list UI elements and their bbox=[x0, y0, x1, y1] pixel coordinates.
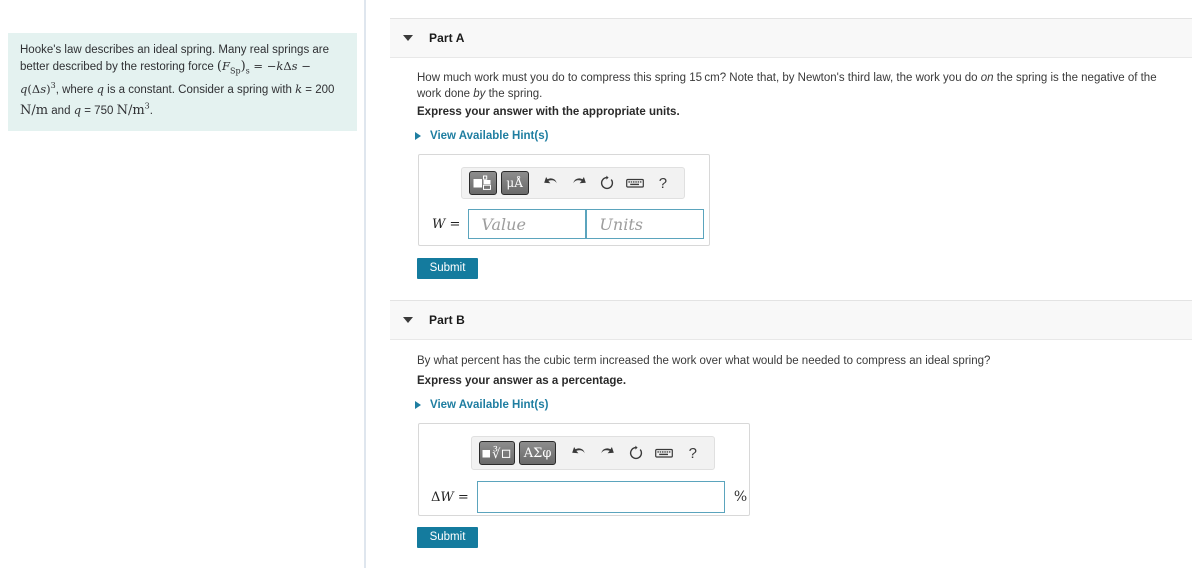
units-button[interactable]: μÅ bbox=[500, 171, 529, 195]
part-a-toolbar: μÅ ? bbox=[461, 167, 685, 199]
part-a-question-seg1: How much work must you do to compress th… bbox=[417, 72, 981, 84]
problem-line-2-post: , where bbox=[55, 84, 94, 97]
help-icon[interactable]: ? bbox=[652, 171, 674, 195]
problem-line-2-pre: described by the restoring force bbox=[52, 60, 217, 73]
part-a-answer-label: W = bbox=[432, 216, 461, 232]
part-b-question: By what percent has the cubic term incre… bbox=[417, 355, 991, 367]
chevron-right-icon[interactable] bbox=[415, 132, 421, 140]
reset-icon[interactable] bbox=[624, 441, 647, 465]
page-root: Hooke's law describes an ideal spring. M… bbox=[0, 0, 1200, 568]
redo-icon[interactable] bbox=[568, 171, 590, 195]
help-icon-label: ? bbox=[658, 174, 668, 192]
help-icon-label: ? bbox=[688, 444, 697, 462]
greek-symbols-button[interactable]: ΑΣφ bbox=[518, 441, 557, 465]
svg-text:∛: ∛ bbox=[492, 446, 501, 462]
part-a-hint-label: View Available Hint(s) bbox=[430, 130, 549, 142]
keyboard-icon[interactable] bbox=[653, 441, 676, 465]
chevron-down-icon[interactable] bbox=[403, 35, 413, 41]
part-b-answer-label: ΔW = bbox=[431, 489, 469, 505]
part-a-value-input[interactable] bbox=[468, 209, 587, 239]
reset-icon[interactable] bbox=[596, 171, 618, 195]
help-icon[interactable]: ? bbox=[681, 441, 704, 465]
part-a-question: How much work must you do to compress th… bbox=[417, 70, 1179, 102]
part-a-field-row: W = bbox=[432, 209, 705, 239]
percent-sign: % bbox=[733, 489, 748, 505]
part-b-header[interactable]: Part B bbox=[390, 300, 1192, 340]
part-b-title: Part B bbox=[429, 313, 465, 327]
problem-line-4: q = 750 N/m3. bbox=[73, 101, 153, 118]
part-b-hint-toggle[interactable]: View Available Hint(s) bbox=[415, 399, 548, 411]
part-a-title: Part A bbox=[429, 31, 465, 45]
undo-icon[interactable] bbox=[540, 171, 562, 195]
k-value: 200 bbox=[315, 84, 335, 97]
part-b-value-input[interactable] bbox=[476, 481, 725, 513]
greek-symbols-label: ΑΣφ bbox=[523, 445, 552, 461]
math-template-icon[interactable] bbox=[469, 171, 497, 195]
part-b-instruction: Express your answer as a percentage. bbox=[417, 375, 627, 387]
undo-icon[interactable] bbox=[567, 441, 590, 465]
units-button-label: μÅ bbox=[506, 176, 523, 190]
part-a-units-input[interactable] bbox=[586, 209, 705, 239]
part-a-hint-toggle[interactable]: View Available Hint(s) bbox=[415, 130, 548, 142]
part-a-question-em1: on bbox=[980, 72, 994, 84]
part-a-submit-button[interactable]: Submit bbox=[417, 258, 478, 279]
radical-template-icon[interactable]: ∛ bbox=[479, 441, 515, 465]
part-b-hint-label: View Available Hint(s) bbox=[430, 399, 549, 411]
q-value: 750 bbox=[94, 104, 114, 117]
part-b-field-row: ΔW = % bbox=[431, 481, 747, 513]
keyboard-icon[interactable] bbox=[624, 171, 646, 195]
part-a-header[interactable]: Part A bbox=[390, 18, 1192, 58]
parts-column: Part A How much work must you do to comp… bbox=[368, 0, 1200, 568]
problem-sidebar: Hooke's law describes an ideal spring. M… bbox=[0, 0, 366, 568]
chevron-down-icon[interactable] bbox=[403, 317, 413, 323]
part-a-question-seg3: the spring. bbox=[485, 88, 543, 100]
part-b-submit-button[interactable]: Submit bbox=[417, 527, 478, 548]
part-a-answer-box: μÅ ? W = Value Units bbox=[418, 154, 710, 246]
part-a-question-em2: by bbox=[473, 88, 486, 100]
part-a-instruction: Express your answer with the appropriate… bbox=[417, 106, 680, 118]
part-b-answer-box: ∛ ΑΣφ ? ΔW = % bbox=[418, 423, 750, 516]
redo-icon[interactable] bbox=[596, 441, 619, 465]
problem-statement: Hooke's law describes an ideal spring. M… bbox=[8, 33, 357, 132]
part-b-toolbar: ∛ ΑΣφ ? bbox=[471, 436, 715, 470]
chevron-right-icon[interactable] bbox=[415, 401, 421, 409]
